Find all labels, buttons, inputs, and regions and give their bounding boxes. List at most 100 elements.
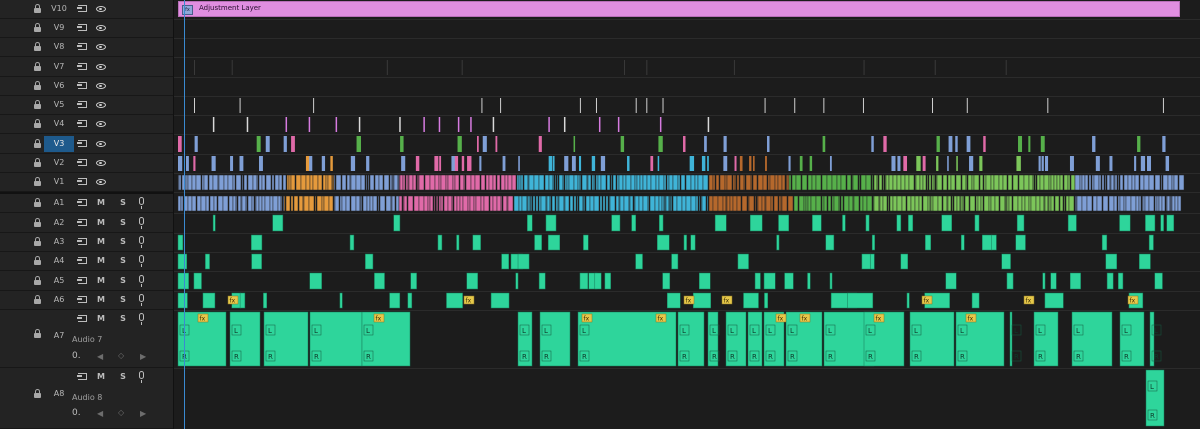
v1-clip[interactable] — [378, 174, 384, 191]
mute-button[interactable]: M — [96, 237, 106, 246]
v1-clip[interactable] — [295, 174, 302, 191]
a1-clip[interactable] — [593, 195, 600, 212]
audio-clip[interactable] — [456, 234, 460, 251]
a1-clip[interactable] — [433, 195, 436, 212]
lock-icon[interactable] — [34, 389, 41, 398]
sync-lock-icon[interactable] — [77, 178, 87, 185]
lock-icon[interactable] — [34, 42, 41, 51]
v1-clip[interactable] — [474, 174, 481, 191]
audio-clip[interactable] — [1105, 253, 1117, 270]
track-name[interactable]: A4 — [44, 254, 74, 268]
v1-clip[interactable] — [1134, 174, 1140, 191]
mute-button[interactable]: M — [96, 218, 106, 227]
v3-clip[interactable] — [683, 136, 686, 152]
v1-clip[interactable] — [496, 174, 501, 191]
v2-clip[interactable] — [749, 156, 752, 171]
v1-clip[interactable] — [282, 174, 287, 191]
v1-clip[interactable] — [858, 174, 861, 191]
a1-clip[interactable] — [838, 195, 841, 212]
v1-clip[interactable] — [786, 174, 790, 191]
v1-clip[interactable] — [365, 174, 368, 191]
v1-clip[interactable] — [1012, 174, 1019, 191]
v1-clip[interactable] — [836, 174, 842, 191]
a1-clip[interactable] — [1006, 195, 1010, 212]
a1-clip[interactable] — [177, 195, 182, 212]
a1-clip[interactable] — [918, 195, 923, 212]
v2-clip[interactable] — [788, 156, 791, 171]
a1-clip[interactable] — [496, 195, 502, 212]
v2-clip[interactable] — [689, 156, 695, 171]
a1-clip[interactable] — [255, 195, 260, 212]
audio-clip[interactable] — [407, 292, 413, 309]
track-name[interactable]: V9 — [44, 21, 74, 35]
a1-clip[interactable] — [585, 195, 591, 212]
a1-clip[interactable] — [398, 195, 403, 212]
a1-clip[interactable] — [765, 195, 772, 212]
v2-clip[interactable] — [178, 156, 183, 171]
a1-clip[interactable] — [906, 195, 912, 212]
a1-clip[interactable] — [654, 195, 660, 212]
a1-clip[interactable] — [969, 195, 976, 212]
sync-lock-icon[interactable] — [77, 219, 87, 226]
v1-clip[interactable] — [1056, 174, 1061, 191]
v5-clip[interactable] — [966, 98, 968, 113]
v2-clip[interactable] — [467, 156, 472, 171]
v2-clip[interactable] — [916, 156, 921, 171]
audio-clip[interactable] — [393, 214, 401, 232]
audio-clip[interactable] — [667, 292, 681, 309]
v1-clip[interactable] — [1002, 174, 1008, 191]
track-name[interactable]: V8 — [44, 40, 74, 54]
a1-clip[interactable] — [787, 195, 794, 212]
v1-clip[interactable] — [702, 174, 709, 191]
a1-clip[interactable] — [695, 195, 699, 212]
v1-clip[interactable] — [191, 174, 197, 191]
v1-clip[interactable] — [520, 174, 524, 191]
v1-clip[interactable] — [904, 174, 910, 191]
v2-clip[interactable] — [350, 156, 356, 171]
a1-clip[interactable] — [213, 195, 218, 212]
audio-clip[interactable] — [538, 272, 546, 290]
v1-clip[interactable] — [322, 174, 327, 191]
a1-clip[interactable] — [436, 195, 439, 212]
a1-clip[interactable] — [729, 195, 734, 212]
lock-icon[interactable] — [34, 177, 41, 186]
audio-clip[interactable] — [534, 234, 542, 251]
v1-clip[interactable] — [1088, 174, 1092, 191]
a1-clip[interactable] — [827, 195, 832, 212]
v4-clip[interactable] — [492, 117, 495, 132]
v1-clip[interactable] — [878, 174, 883, 191]
a1-clip[interactable] — [530, 195, 533, 212]
v3-clip[interactable] — [194, 136, 198, 152]
v1-clip[interactable] — [463, 174, 466, 191]
audio-clip[interactable] — [908, 214, 914, 232]
v3-clip[interactable] — [1028, 136, 1031, 152]
a1-clip[interactable] — [956, 195, 961, 212]
a1-clip[interactable] — [180, 195, 184, 212]
v1-clip[interactable] — [821, 174, 828, 191]
a1-clip[interactable] — [889, 195, 894, 212]
v1-clip[interactable] — [558, 174, 564, 191]
v1-clip[interactable] — [440, 174, 447, 191]
v1-clip[interactable] — [465, 174, 472, 191]
audio-clip[interactable] — [842, 214, 846, 232]
microphone-icon[interactable] — [139, 217, 144, 229]
a1-clip[interactable] — [369, 195, 374, 212]
v3-clip[interactable] — [948, 136, 953, 152]
v2-clip[interactable] — [969, 156, 974, 171]
v2-clip[interactable] — [230, 156, 234, 171]
a1-clip[interactable] — [1117, 195, 1121, 212]
v1-clip[interactable] — [577, 174, 581, 191]
a1-clip[interactable] — [833, 195, 840, 212]
v1-clip[interactable] — [915, 174, 921, 191]
a1-clip[interactable] — [1017, 195, 1023, 212]
v5-clip[interactable] — [595, 98, 597, 113]
a1-clip[interactable] — [619, 195, 625, 212]
sync-lock-icon[interactable] — [77, 140, 87, 147]
lock-icon[interactable] — [34, 218, 41, 227]
v1-clip[interactable] — [610, 174, 613, 191]
audio-clip[interactable] — [776, 234, 780, 251]
a1-clip[interactable] — [395, 195, 400, 212]
audio-clip[interactable] — [309, 272, 322, 290]
v1-clip[interactable] — [655, 174, 660, 191]
audio-clip[interactable] — [690, 234, 696, 251]
